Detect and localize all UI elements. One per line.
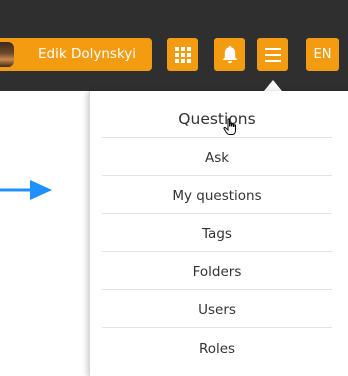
main-menu-button[interactable] (257, 38, 288, 71)
dropdown-caret (264, 80, 282, 91)
annotation-arrow-icon (0, 180, 52, 200)
menu-divider (102, 137, 332, 138)
apps-button[interactable] (167, 38, 198, 71)
menu-item-my-questions[interactable]: My questions (102, 188, 332, 204)
menu-divider (102, 289, 332, 290)
menu-item-roles[interactable]: Roles (102, 341, 332, 357)
language-button[interactable]: EN (306, 38, 339, 71)
menu-divider (102, 327, 332, 328)
user-name: Edik Dolynskyi (38, 46, 137, 62)
questions-dropdown-menu: Questions Ask My questions Tags Folders … (89, 91, 348, 376)
menu-divider (102, 175, 332, 176)
menu-divider (102, 213, 332, 214)
hamburger-icon (264, 47, 281, 62)
top-navbar: Edik Dolynskyi EN (0, 0, 348, 91)
user-menu-button[interactable]: Edik Dolynskyi (0, 38, 152, 71)
grid-icon (174, 46, 191, 63)
hand-cursor-icon (223, 118, 236, 135)
avatar (0, 42, 14, 67)
bell-icon (222, 45, 237, 63)
menu-header-questions[interactable]: Questions (102, 110, 332, 128)
notifications-button[interactable] (214, 38, 245, 71)
menu-divider (102, 251, 332, 252)
menu-item-ask[interactable]: Ask (102, 150, 332, 166)
menu-item-folders[interactable]: Folders (102, 264, 332, 280)
menu-item-tags[interactable]: Tags (102, 226, 332, 242)
menu-item-users[interactable]: Users (102, 302, 332, 318)
